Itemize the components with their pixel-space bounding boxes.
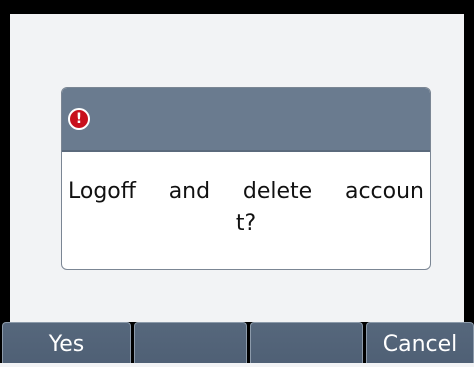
message-word: Logoff (68, 179, 136, 204)
yes-softkey[interactable]: Yes (2, 322, 131, 363)
softkey-3[interactable] (250, 322, 363, 363)
message-word: accoun (344, 179, 424, 204)
alert-icon: ! (68, 108, 90, 130)
message-word: and (168, 179, 211, 204)
message-word: delete (242, 179, 313, 204)
message-line-2: t? (235, 211, 257, 236)
confirm-dialog: ! Logoff and delete accoun t? (61, 87, 431, 270)
dialog-message: Logoff and delete accoun t? (62, 152, 430, 240)
softkey-2[interactable] (134, 322, 247, 363)
dialog-header: ! (62, 88, 430, 152)
softkey-bar: Yes Cancel (0, 322, 474, 363)
message-line-1: Logoff and delete accoun (68, 176, 424, 208)
cancel-softkey[interactable]: Cancel (366, 322, 474, 363)
